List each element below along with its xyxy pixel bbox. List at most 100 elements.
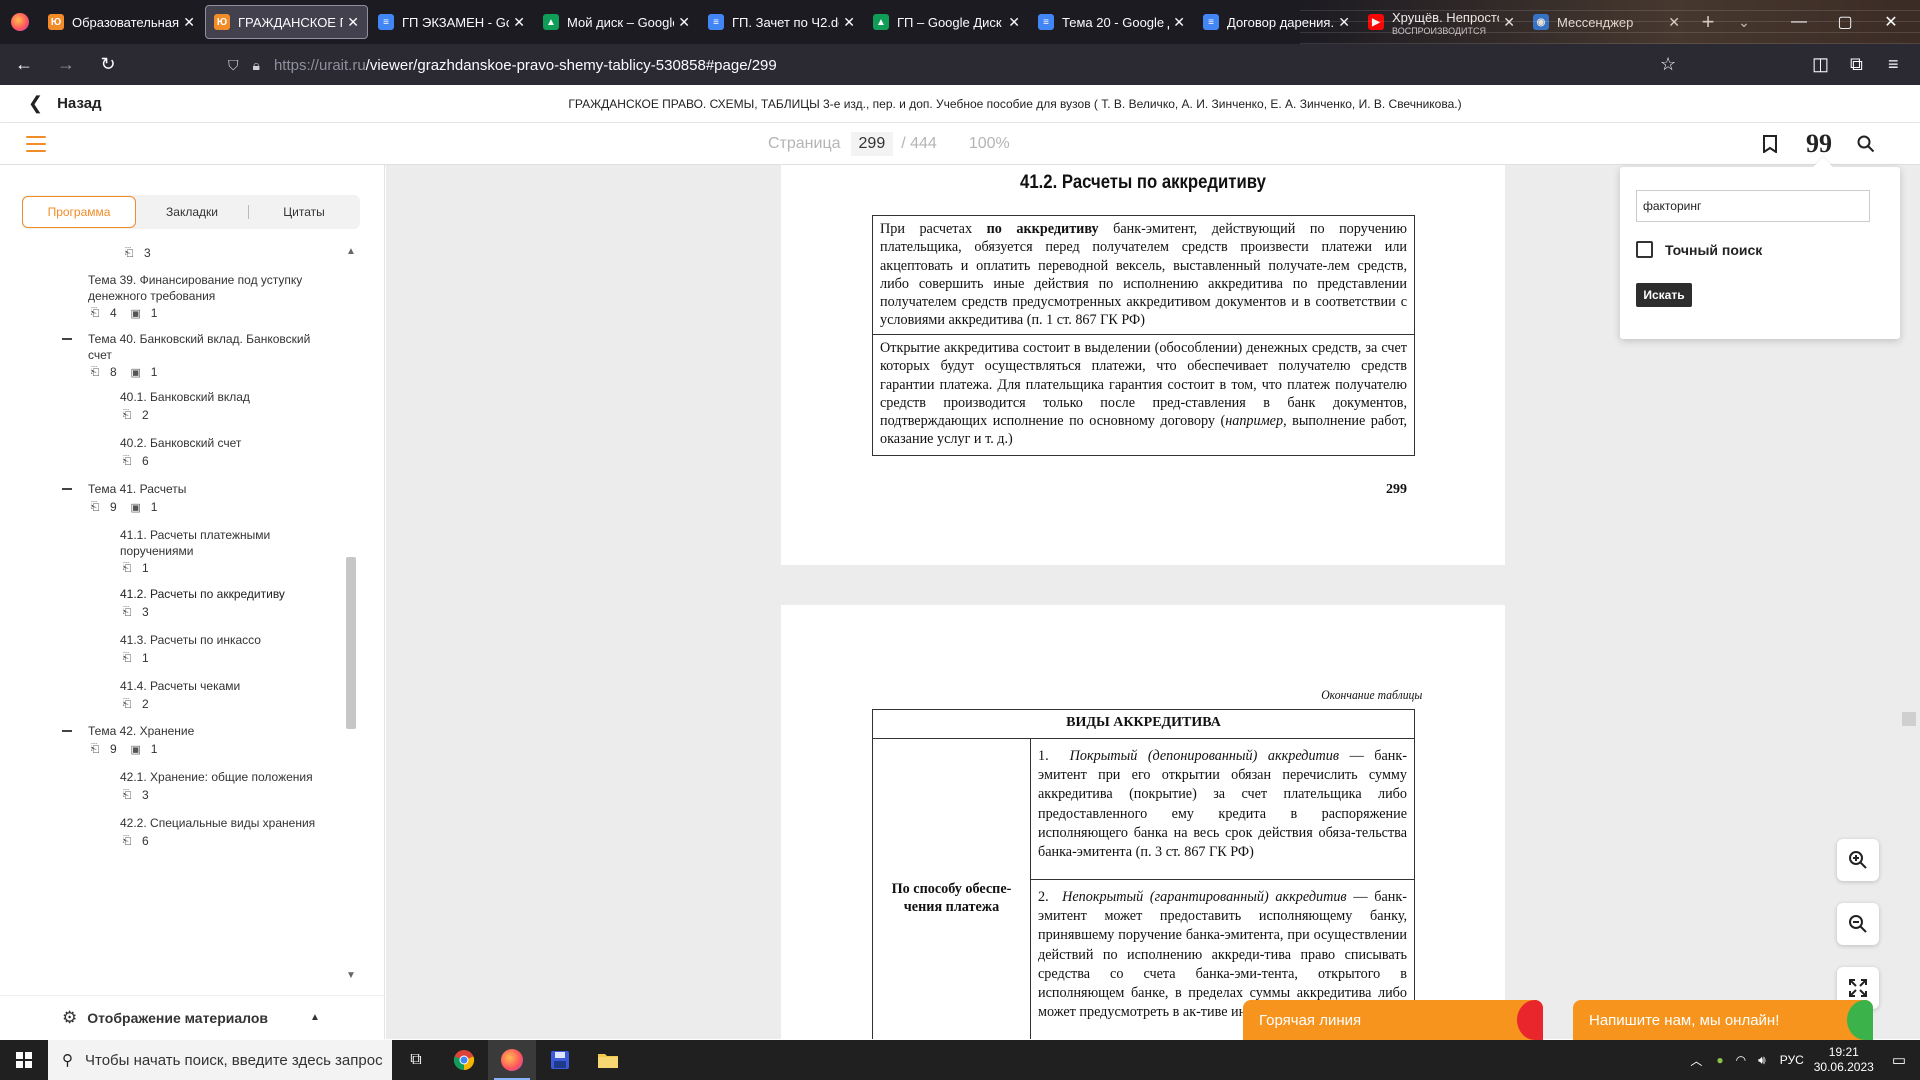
collapse-minus-icon[interactable]: [62, 338, 72, 340]
quotes-icon[interactable]: 99: [1804, 123, 1834, 165]
extensions-icon[interactable]: ⧉: [1850, 44, 1863, 85]
toc-topic[interactable]: Тема 40. Банковский вклад. Банковский сч…: [88, 331, 328, 363]
firefox-menu-icon[interactable]: [0, 0, 40, 44]
clock[interactable]: 19:21 30.06.2023: [1814, 1045, 1874, 1075]
toc-scrollbar[interactable]: ▲ ▼: [344, 245, 358, 983]
pocket-icon[interactable]: ◫: [1812, 44, 1829, 85]
viewer-scroll-thumb[interactable]: [1902, 712, 1916, 726]
close-tab-icon[interactable]: ✕: [1338, 14, 1350, 31]
zoom-in-button[interactable]: [1837, 839, 1879, 881]
browser-tab[interactable]: ▲ Мой диск – Google ✕: [535, 5, 698, 39]
toc-subtopic[interactable]: 41.1. Расчеты платежными поручениями: [120, 527, 320, 559]
browser-tab[interactable]: Ю ГРАЖДАНСКОЕ ПР✕: [205, 5, 368, 39]
tab-title: Мессенджер: [1557, 14, 1634, 30]
close-tab-icon[interactable]: ✕: [513, 14, 525, 31]
browser-tab[interactable]: ≡ ГП ЭКЗАМЕН - Goo ✕: [370, 5, 533, 39]
app-menu-icon[interactable]: ≡: [1888, 44, 1899, 85]
list-all-tabs-icon[interactable]: ⌄: [1726, 14, 1762, 31]
reload-icon[interactable]: ↻: [90, 49, 126, 81]
close-tab-icon[interactable]: ✕: [1008, 14, 1020, 31]
toc-subtopic[interactable]: 40.2. Банковский счет: [120, 435, 320, 451]
exact-search-label: Точный поиск: [1665, 241, 1763, 258]
page-300: Окончание таблицы ВИДЫ АККРЕДИТИВА По сп…: [781, 605, 1505, 1039]
close-tab-icon[interactable]: ✕: [1503, 14, 1515, 31]
menu-hamburger-icon[interactable]: [26, 136, 46, 152]
tab-quotes[interactable]: Цитаты: [248, 195, 360, 229]
tab-program[interactable]: Программа: [22, 196, 136, 228]
lock-icon[interactable]: 🔒︎: [253, 57, 260, 74]
close-tab-icon[interactable]: ✕: [1668, 14, 1680, 31]
exact-search-checkbox[interactable]: Точный поиск: [1636, 241, 1762, 258]
toc-subtopic[interactable]: 42.2. Специальные виды хранения: [120, 815, 320, 831]
maximize-window-icon[interactable]: ▢: [1822, 0, 1868, 44]
hotline-chat-button[interactable]: Горячая линия: [1243, 1000, 1543, 1040]
url-bar[interactable]: ⛉ 🔒︎ https://urait.ru/viewer/grazhdansko…: [228, 49, 1688, 81]
tab-bookmarks[interactable]: Закладки: [136, 195, 248, 229]
app-tray-icon[interactable]: ●: [1716, 1053, 1723, 1067]
page-number-input[interactable]: 299: [850, 132, 894, 156]
checkbox-icon[interactable]: [1636, 241, 1653, 258]
browser-tab[interactable]: ≡ Тема 20 - Google Д ✕: [1030, 5, 1193, 39]
close-tab-icon[interactable]: ✕: [1173, 14, 1185, 31]
close-tab-icon[interactable]: ✕: [347, 14, 359, 31]
bookmark-icon[interactable]: [1758, 123, 1782, 165]
search-input[interactable]: [1636, 190, 1870, 222]
close-tab-icon[interactable]: ✕: [843, 14, 855, 31]
close-tab-icon[interactable]: ✕: [183, 14, 195, 31]
search-button[interactable]: Искать: [1636, 283, 1692, 307]
toc-topic[interactable]: Тема 39. Финансирование под уступку дене…: [88, 272, 328, 304]
toc-subtopic[interactable]: 41.2. Расчеты по аккредитиву: [120, 586, 320, 602]
firefox-icon[interactable]: [488, 1040, 536, 1080]
start-button[interactable]: [0, 1040, 48, 1080]
scroll-down-icon[interactable]: ▼: [344, 969, 358, 983]
windows-logo-icon: [16, 1052, 32, 1068]
browser-tab[interactable]: ▶ Хрущёв. Непросто ВОСПРОИЗВОДИТСЯ ✕: [1360, 5, 1523, 39]
browser-tab[interactable]: ≡ Договор дарения.d ✕: [1195, 5, 1358, 39]
item-number: 1.: [1038, 748, 1049, 764]
material-count: 9: [110, 742, 117, 756]
tracking-shield-icon[interactable]: ⛉: [228, 57, 239, 74]
display-materials-toggle[interactable]: ⚙ Отображение материалов ▲: [0, 995, 385, 1039]
back-button[interactable]: ❮ Назад: [28, 93, 102, 114]
toc-subtopic[interactable]: 41.4. Расчеты чеками: [120, 678, 320, 694]
toc-item-meta: ⎗ 6: [120, 454, 149, 468]
close-tab-icon[interactable]: ✕: [678, 14, 690, 31]
material-count: 2: [142, 697, 149, 711]
chrome-icon[interactable]: [440, 1040, 488, 1080]
taskbar-search[interactable]: ⚲ Чтобы начать поиск, введите здесь запр…: [48, 1040, 392, 1080]
toc-subtopic[interactable]: 41.3. Расчеты по инкассо: [120, 632, 320, 648]
language-indicator[interactable]: РУС: [1780, 1053, 1804, 1067]
browser-tab[interactable]: ≡ ГП. Зачет по Ч2.do ✕: [700, 5, 863, 39]
page-total: / 444: [901, 135, 937, 152]
wifi-icon[interactable]: ◠: [1736, 1053, 1746, 1067]
scroll-thumb[interactable]: [346, 557, 356, 729]
material-count: 3: [144, 246, 151, 260]
reader-header: ❮ Назад ГРАЖДАНСКОЕ ПРАВО. СХЕМЫ, ТАБЛИЦ…: [0, 85, 1920, 123]
toc-subtopic[interactable]: 42.1. Хранение: общие положения: [120, 769, 320, 785]
volume-icon[interactable]: 🔊︎: [1758, 1053, 1766, 1068]
browser-tab[interactable]: ▲ ГП – Google Диск ✕: [865, 5, 1028, 39]
tray-chevron-icon[interactable]: ︿: [1690, 1052, 1702, 1069]
collapse-minus-icon[interactable]: [62, 488, 72, 490]
file-explorer-icon[interactable]: [584, 1040, 632, 1080]
toc-topic[interactable]: Тема 42. Хранение: [88, 723, 328, 739]
collapse-minus-icon[interactable]: [62, 730, 72, 732]
online-chat-button[interactable]: Напишите нам, мы онлайн!: [1573, 1000, 1873, 1040]
scroll-up-icon[interactable]: ▲: [344, 245, 358, 259]
search-icon[interactable]: [1854, 123, 1878, 165]
save-app-icon[interactable]: [536, 1040, 584, 1080]
toc-subtopic[interactable]: 40.1. Банковский вклад: [120, 389, 320, 405]
minimize-window-icon[interactable]: —: [1776, 0, 1822, 44]
browser-tab[interactable]: ◉ Мессенджер ✕: [1525, 5, 1688, 39]
bookmark-star-icon[interactable]: ☆: [1660, 44, 1676, 85]
tab-title: Мой диск – Google: [567, 14, 675, 30]
zoom-out-button[interactable]: [1837, 903, 1879, 945]
browser-tab[interactable]: Ю Образовательная п ✕: [40, 5, 203, 39]
toc-topic[interactable]: Тема 41. Расчеты: [88, 481, 328, 497]
new-tab-button[interactable]: +: [1690, 9, 1726, 35]
close-window-icon[interactable]: ✕: [1868, 0, 1914, 44]
forward-arrow-icon[interactable]: →: [48, 49, 84, 81]
task-view-icon[interactable]: ⧉: [392, 1040, 440, 1080]
notifications-icon[interactable]: ▭: [1892, 1051, 1906, 1069]
back-arrow-icon[interactable]: ←: [6, 49, 42, 81]
